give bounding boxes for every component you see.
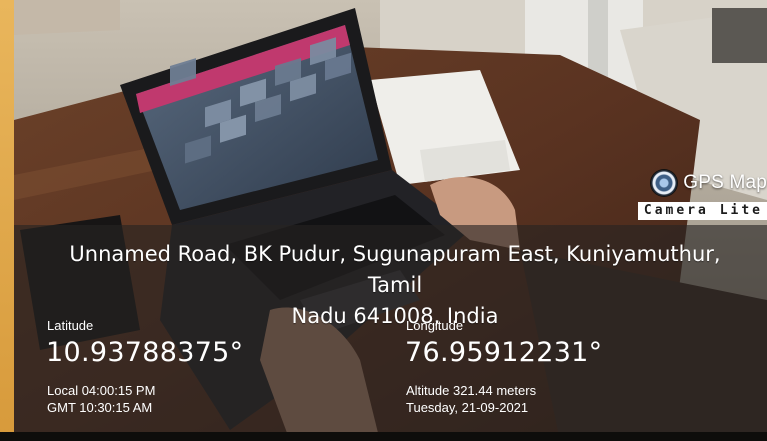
brand-header: GPS Map	[645, 168, 767, 198]
altitude: Altitude 321.44 meters	[406, 383, 537, 398]
date: Tuesday, 21-09-2021	[406, 400, 529, 415]
edge-strip	[0, 0, 14, 441]
address-line-2: Nadu 641008, India	[291, 304, 499, 328]
geotagged-photo: GPS Map Camera Lite Unnamed Road, BK Pud…	[0, 0, 767, 441]
brand-name: GPS Map	[683, 172, 767, 193]
longitude-label: Longitude	[406, 318, 464, 333]
latitude-label: Latitude	[47, 318, 94, 333]
local-time: Local 04:00:15 PM	[47, 383, 156, 398]
longitude-value: 76.95912231°	[405, 337, 603, 368]
app-watermark: GPS Map Camera Lite	[635, 168, 767, 220]
gmt-time: GMT 10:30:15 AM	[47, 400, 153, 415]
address: Unnamed Road, BK Pudur, Sugunapuram East…	[40, 239, 750, 332]
latitude-value: 10.93788375°	[46, 337, 244, 368]
bottom-bar	[0, 432, 767, 441]
brand-tagline: Camera Lite	[637, 202, 767, 220]
camera-lens-icon	[651, 170, 678, 196]
address-line-1: Unnamed Road, BK Pudur, Sugunapuram East…	[69, 242, 721, 297]
